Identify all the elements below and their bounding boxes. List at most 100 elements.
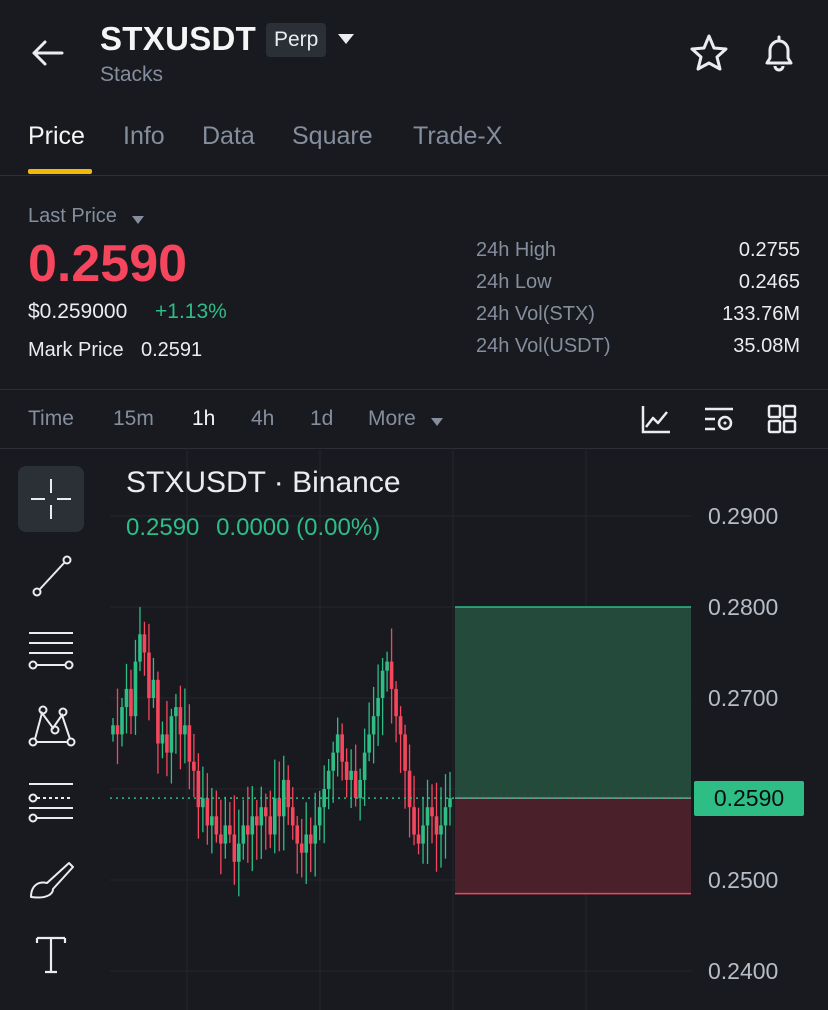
candle-body: [277, 798, 282, 817]
candle-body: [142, 634, 147, 653]
stat-label-vol-stx: 24h Vol(STX): [476, 303, 595, 325]
candle-body: [358, 779, 362, 799]
ohlc-price: 0.2590: [126, 514, 200, 541]
candle-body: [160, 734, 165, 744]
stat-label-low: 24h Low: [476, 271, 552, 293]
candle-body: [187, 725, 192, 762]
candle-body: [246, 825, 250, 835]
candle-body: [223, 825, 228, 844]
candle-body: [232, 834, 237, 862]
stat-label-high: 24h High: [476, 239, 557, 261]
interval-time[interactable]: Time: [28, 407, 74, 431]
last-price-label[interactable]: Last Price: [28, 205, 117, 228]
y-axis-label: 0.2400: [708, 958, 779, 984]
trendline-tool[interactable]: [18, 543, 84, 609]
candle-body: [286, 779, 291, 808]
interval-1d[interactable]: 1d: [310, 407, 333, 431]
long-position-icon: [28, 783, 73, 823]
chart-title: STXUSDT · Binance: [126, 466, 401, 499]
candle-body: [304, 834, 309, 853]
interval-1h[interactable]: 1h: [192, 407, 215, 431]
candle-body: [169, 716, 174, 753]
candle-body: [416, 834, 421, 844]
candle-body: [326, 770, 331, 789]
layout-button[interactable]: [765, 402, 799, 436]
candle-body: [129, 688, 133, 717]
chart-settings-button[interactable]: [702, 402, 736, 436]
candle-body: [412, 807, 416, 835]
symbol-subtitle: Stacks: [100, 63, 164, 86]
stat-value-vol-stx: 133.76M: [722, 303, 800, 325]
current-price-tag: 0.2590: [694, 781, 804, 816]
candle-body: [290, 807, 295, 826]
candle-body: [120, 707, 124, 735]
y-axis-label: 0.2500: [708, 867, 779, 893]
tab-square[interactable]: Square: [292, 122, 373, 151]
more-dropdown[interactable]: [430, 414, 444, 432]
candle-body: [228, 825, 232, 835]
candle-body: [380, 670, 385, 698]
interval-4h[interactable]: 4h: [251, 407, 274, 431]
candle-body: [317, 807, 322, 826]
candle-body: [425, 807, 430, 826]
symbol-dropdown[interactable]: [336, 32, 356, 51]
candle-body: [272, 798, 277, 835]
candle-body: [210, 816, 214, 826]
last-price-dropdown[interactable]: [131, 212, 145, 230]
alert-button[interactable]: [758, 32, 800, 74]
crosshair-icon: [31, 479, 71, 519]
trendline-icon: [32, 555, 72, 597]
grid-icon: [767, 404, 797, 434]
symbol-title: STXUSDT: [100, 20, 257, 57]
candle-body: [214, 816, 219, 835]
candle-body: [201, 798, 205, 808]
price-divider: [0, 389, 828, 390]
favorite-button[interactable]: [688, 32, 730, 74]
candle-body: [219, 834, 223, 844]
candle-body: [376, 698, 380, 717]
mark-price-value: 0.2591: [141, 339, 203, 361]
y-axis-label: 0.2800: [708, 594, 779, 620]
horizontal-lines-icon: [28, 632, 74, 670]
candle-body: [259, 807, 264, 826]
crosshair-tool[interactable]: [18, 466, 84, 532]
candle-body: [362, 752, 367, 780]
candle-body: [340, 734, 344, 762]
brush-tool[interactable]: [18, 846, 84, 912]
tab-trade-x[interactable]: Trade-X: [413, 122, 502, 151]
candle-body: [430, 807, 434, 817]
stat-value-vol-usdt: 35.08M: [733, 335, 800, 357]
candle-body: [295, 825, 300, 844]
tab-data[interactable]: Data: [202, 122, 255, 151]
price-change-percent: +1.13%: [155, 300, 227, 323]
candle-body: [196, 770, 201, 808]
tab-info[interactable]: Info: [123, 122, 165, 151]
caret-down-icon: [338, 34, 354, 44]
pattern-tool[interactable]: [18, 693, 84, 759]
text-tool[interactable]: [18, 921, 84, 987]
tab-price[interactable]: Price: [28, 122, 85, 151]
last-price-value: 0.2590: [28, 235, 188, 293]
candle-body: [263, 807, 268, 817]
candle-body: [250, 816, 255, 835]
y-axis-label: 0.2900: [708, 503, 779, 529]
position-zones: [455, 606, 691, 895]
indicator-button[interactable]: [639, 402, 673, 436]
candle-body: [335, 734, 340, 753]
interval-15m[interactable]: 15m: [113, 407, 154, 431]
back-button[interactable]: [22, 30, 72, 76]
fib-tool[interactable]: [18, 618, 84, 684]
candlestick-chart[interactable]: [0, 448, 828, 1010]
candle-body: [151, 679, 156, 698]
candle-body: [344, 761, 349, 780]
candle-body: [322, 789, 326, 808]
y-axis-label: 0.2700: [708, 685, 779, 711]
usd-price: $0.259000: [28, 300, 128, 323]
interval-more[interactable]: More: [368, 407, 416, 431]
stat-value-high: 0.2755: [738, 239, 800, 261]
candle-body: [192, 761, 196, 771]
candle-body: [156, 679, 160, 744]
position-tool[interactable]: [18, 769, 84, 835]
candle-body: [448, 798, 452, 808]
candle-body: [241, 825, 246, 844]
